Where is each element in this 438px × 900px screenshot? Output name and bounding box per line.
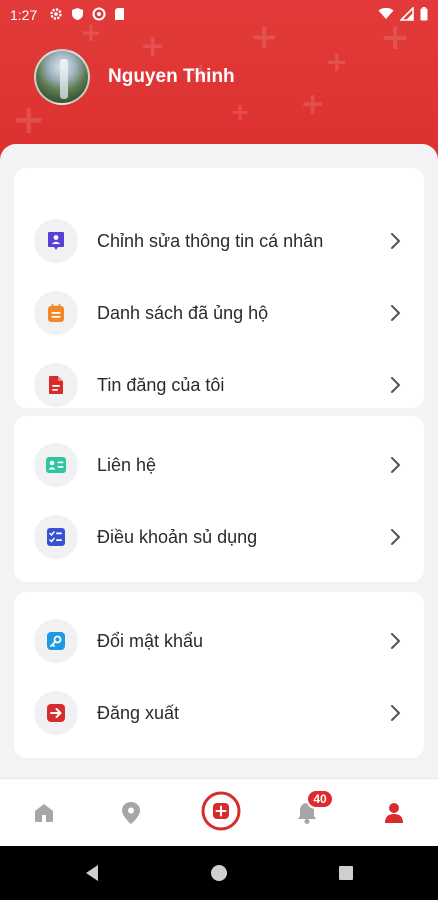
settings-gear-icon xyxy=(49,7,63,24)
menu-item-label: Chỉnh sửa thông tin cá nhân xyxy=(97,230,324,251)
profile-name: Nguyen Thinh xyxy=(108,66,235,87)
nav-location[interactable] xyxy=(113,795,149,831)
battery-icon xyxy=(420,6,428,24)
chevron-right-icon xyxy=(391,233,400,249)
decorative-plus-icon: + xyxy=(325,45,349,78)
checklist-icon xyxy=(34,515,78,559)
add-post-icon xyxy=(201,791,241,831)
user-id-icon xyxy=(34,219,78,263)
chevron-right-icon xyxy=(391,305,400,321)
system-home-button[interactable] xyxy=(209,863,229,883)
menu-item-edit-profile[interactable]: Chỉnh sửa thông tin cá nhân xyxy=(14,206,424,276)
chevron-right-icon xyxy=(391,705,400,721)
menu-item-label: Danh sách đã ủng hộ xyxy=(97,302,269,323)
signal-icon xyxy=(399,5,414,24)
menu-item-label: Đăng xuất xyxy=(97,702,180,723)
chevron-right-icon xyxy=(391,457,400,473)
home-icon xyxy=(35,804,53,822)
document-icon xyxy=(34,363,78,407)
key-icon xyxy=(34,619,78,663)
system-back-button[interactable] xyxy=(82,863,102,883)
recents-square-icon xyxy=(339,866,353,880)
menu-card-security: Đổi mật khẩu Đăng xuất xyxy=(14,592,424,758)
profile-icon xyxy=(385,803,403,823)
menu-card-account: Chỉnh sửa thông tin cá nhân Danh sách đã… xyxy=(14,168,424,408)
menu-item-my-posts[interactable]: Tin đăng của tôi xyxy=(14,350,424,420)
status-bar: 1:27 xyxy=(0,0,438,30)
menu-item-label: Đổi mật khẩu xyxy=(97,630,204,651)
menu-item-change-password[interactable]: Đổi mật khẩu xyxy=(14,606,424,676)
sync-icon xyxy=(92,7,106,24)
menu-item-logout[interactable]: Đăng xuất xyxy=(14,678,424,748)
wifi-icon xyxy=(378,7,394,23)
nav-profile[interactable] xyxy=(376,795,412,831)
status-time: 1:27 xyxy=(10,7,38,23)
calendar-list-icon xyxy=(34,291,78,335)
avatar[interactable] xyxy=(34,49,90,105)
menu-item-contact[interactable]: Liên hệ xyxy=(14,430,424,500)
decorative-plus-icon: + xyxy=(300,87,326,122)
shield-icon xyxy=(71,7,84,24)
home-circle-icon xyxy=(211,865,227,881)
system-recents-button[interactable] xyxy=(336,863,356,883)
chevron-right-icon xyxy=(391,377,400,393)
notification-badge: 40 xyxy=(306,789,334,809)
back-triangle-icon xyxy=(86,865,98,881)
nav-home[interactable] xyxy=(26,795,62,831)
chevron-right-icon xyxy=(391,529,400,545)
system-navigation-bar xyxy=(0,846,438,900)
menu-item-donation-list[interactable]: Danh sách đã ủng hộ xyxy=(14,278,424,348)
menu-card-info: Liên hệ Điều khoản sủ dụng xyxy=(14,416,424,582)
menu-content: Chỉnh sửa thông tin cá nhân Danh sách đã… xyxy=(0,144,438,780)
chevron-right-icon xyxy=(391,633,400,649)
contact-card-icon xyxy=(34,443,78,487)
menu-item-label: Liên hệ xyxy=(97,454,157,475)
logout-icon xyxy=(34,691,78,735)
menu-item-label: Tin đăng của tôi xyxy=(97,374,225,395)
decorative-plus-icon: + xyxy=(12,97,46,143)
location-icon xyxy=(122,802,140,824)
menu-item-terms[interactable]: Điều khoản sủ dụng xyxy=(14,502,424,572)
menu-item-label: Điều khoản sủ dụng xyxy=(97,526,258,547)
profile-summary[interactable]: Nguyen Thinh xyxy=(34,49,235,105)
sd-card-icon xyxy=(114,7,125,24)
bottom-navigation: 40 xyxy=(0,778,438,846)
nav-add-post[interactable] xyxy=(201,791,241,831)
